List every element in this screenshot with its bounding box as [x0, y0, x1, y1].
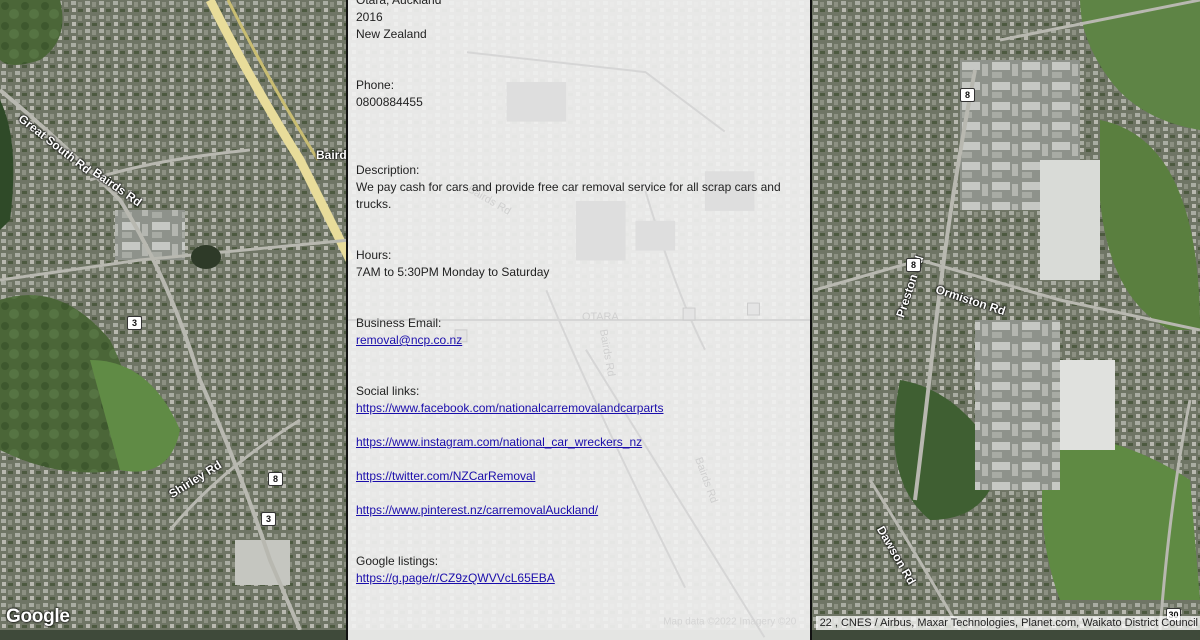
route-shield: 8: [960, 88, 975, 102]
business-details: Otara, Auckland 2016 New Zealand Phone: …: [356, 0, 786, 587]
road-label-baird: Baird: [316, 148, 347, 162]
email-link[interactable]: removal@ncp.co.nz: [356, 332, 786, 349]
google-listing-link[interactable]: https://g.page/r/CZ9zQWVVcL65EBA: [356, 570, 786, 587]
phone-label: Phone:: [356, 78, 395, 92]
route-shield: 8: [906, 258, 921, 272]
email-label: Business Email:: [356, 316, 442, 330]
business-info-panel: Bairds Rd OTARA Bairds Rd Bairds Rd Map …: [346, 0, 812, 640]
description-value: We pay cash for cars and provide free ca…: [356, 180, 781, 211]
map-attribution[interactable]: 22 , CNES / Airbus, Maxar Technologies, …: [815, 616, 1200, 630]
hours-value: 7AM to 5:30PM Monday to Saturday: [356, 265, 550, 279]
google-listings-label: Google listings:: [356, 554, 439, 568]
address-country: New Zealand: [356, 27, 427, 41]
route-shield: 8: [268, 472, 283, 486]
address-postcode: 2016: [356, 10, 383, 24]
route-shield: 3: [127, 316, 142, 330]
social-label: Social links:: [356, 384, 420, 398]
route-shield: 3: [261, 512, 276, 526]
pinterest-link[interactable]: https://www.pinterest.nz/carremovalAuckl…: [356, 502, 786, 519]
phone-value: 0800884455: [356, 95, 423, 109]
faded-attribution: Map data ©2022 Imagery ©20: [663, 616, 796, 627]
instagram-link[interactable]: https://www.instagram.com/national_car_w…: [356, 434, 786, 451]
address-city: Otara, Auckland: [356, 0, 442, 7]
twitter-link[interactable]: https://twitter.com/NZCarRemoval: [356, 468, 786, 485]
google-logo: Google: [6, 606, 70, 627]
hours-label: Hours:: [356, 248, 392, 262]
facebook-link[interactable]: https://www.facebook.com/nationalcarremo…: [356, 400, 786, 417]
description-label: Description:: [356, 163, 420, 177]
